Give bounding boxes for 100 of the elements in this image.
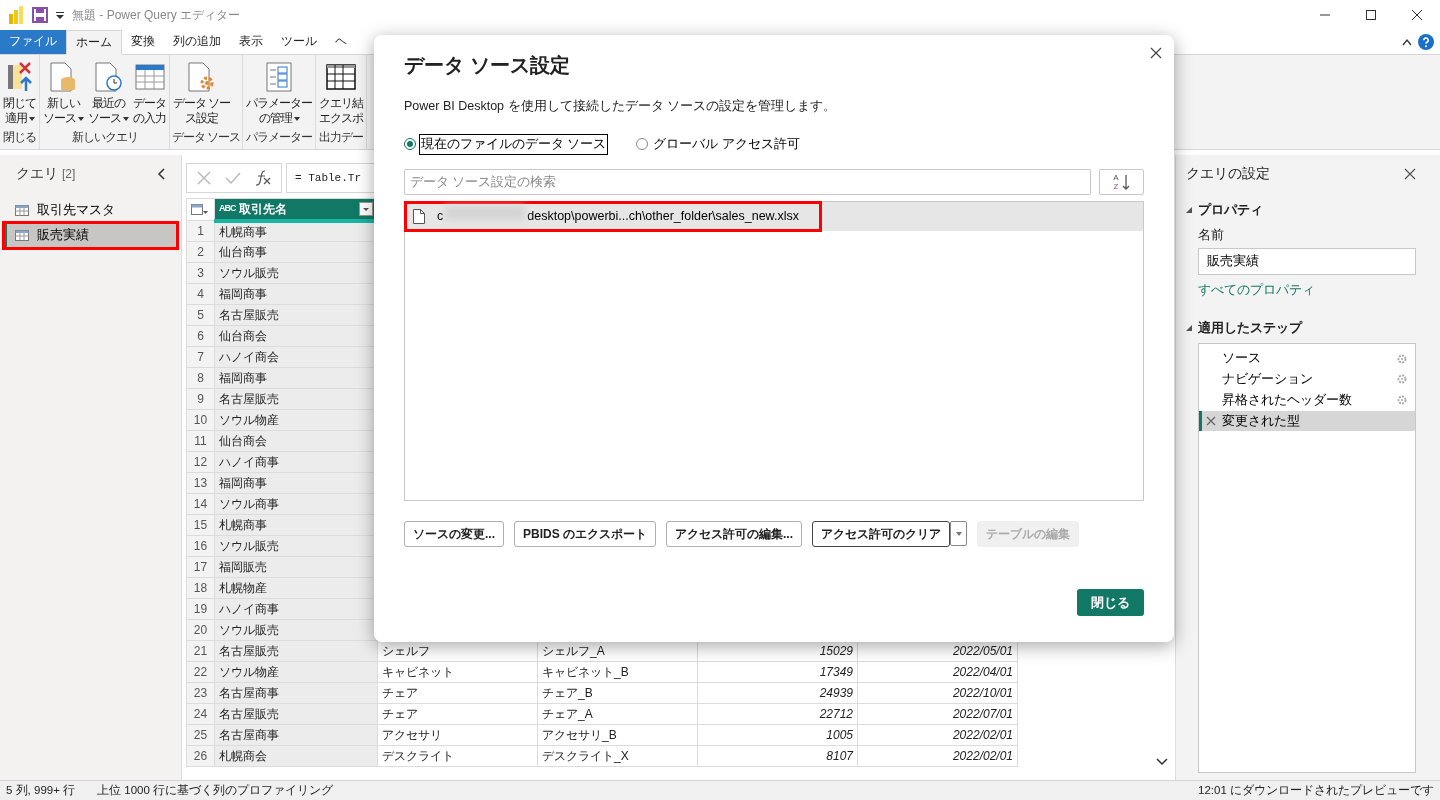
applied-step[interactable]: 変更された型 [1199, 410, 1415, 432]
dialog-button[interactable]: アクセス許可の編集... [666, 520, 803, 547]
table-cell: デスクライト_X [537, 745, 698, 767]
column-type-label: ABC [219, 202, 236, 215]
ribbon-group-label: パラメーター [245, 129, 314, 146]
row-number: 19 [186, 598, 215, 620]
ribbon-group-label: 閉じる [2, 129, 37, 146]
save-icon[interactable] [32, 7, 48, 23]
close-icon[interactable] [1404, 167, 1416, 180]
row-number: 17 [186, 556, 215, 578]
row-number: 2 [186, 241, 215, 263]
row-number: 1 [186, 220, 215, 242]
ribbon-group-label: 出力デー [318, 129, 365, 146]
row-number: 7 [186, 346, 215, 368]
row-number: 20 [186, 619, 215, 641]
ribbon-button[interactable]: 新しい ソース [42, 59, 85, 128]
ribbon-button[interactable]: パラメーター の管理 [245, 59, 314, 128]
app-logo-icon [8, 6, 24, 24]
ribbon-button[interactable]: クエリ結 エクスポ [318, 59, 365, 128]
table-cell: チェア [377, 682, 538, 704]
row-number: 23 [186, 682, 215, 704]
table-cell: デスクライト [377, 745, 538, 767]
row-number: 8 [186, 367, 215, 389]
collapse-triangle-icon[interactable] [1186, 206, 1192, 213]
table-cell: 2022/02/01 [857, 745, 1018, 767]
ribbon-tab[interactable]: 列の追加 [164, 30, 230, 54]
ribbon-button[interactable]: 閉じて 適用 [2, 59, 37, 128]
all-properties-link[interactable]: すべてのプロパティ [1198, 281, 1315, 300]
ribbon-group-label: 新しいクエリ [70, 129, 139, 146]
radio-option[interactable]: グローバル アクセス許可 [636, 133, 802, 155]
scroll-down-icon[interactable] [1156, 758, 1168, 766]
check-icon[interactable] [225, 171, 241, 185]
row-number: 11 [186, 430, 215, 452]
row-number: 25 [186, 724, 215, 746]
document-clock-icon [92, 61, 125, 93]
name-field[interactable]: 販売実績 [1198, 248, 1416, 275]
table-menu-icon[interactable] [191, 204, 209, 217]
row-number: 6 [186, 325, 215, 347]
dialog-button[interactable]: PBIDS のエクスポート [514, 520, 657, 547]
ribbon-button[interactable]: 最近の ソース [87, 59, 130, 128]
table-cell: チェア [377, 703, 538, 725]
row-number: 5 [186, 304, 215, 326]
row-number: 26 [186, 745, 215, 767]
row-number: 24 [186, 703, 215, 725]
close-dialog-button[interactable]: 閉じる [1077, 588, 1144, 616]
ribbon-tab[interactable]: ツール [272, 30, 326, 54]
applied-step[interactable]: ナビゲーション [1199, 369, 1415, 390]
row-number: 10 [186, 409, 215, 431]
section-title: 適用したステップ [1198, 318, 1302, 337]
table-icon [15, 203, 29, 217]
collapse-ribbon-icon[interactable] [1402, 38, 1412, 46]
ribbon-tab[interactable]: 表示 [230, 30, 272, 54]
dialog-button[interactable]: ソースの変更... [404, 520, 504, 547]
ribbon-tab[interactable]: ファイル [0, 30, 66, 54]
row-number: 9 [186, 388, 215, 410]
ribbon-group-label: データ ソース [172, 129, 241, 146]
table-cell: 24939 [697, 682, 858, 704]
table-cell: 22712 [697, 703, 858, 725]
row-number: 14 [186, 493, 215, 515]
row-number: 16 [186, 535, 215, 557]
ribbon-tab[interactable]: 変換 [122, 30, 164, 54]
applied-step[interactable]: ソース [1199, 348, 1415, 369]
table-cell: 1005 [697, 724, 858, 746]
row-number: 4 [186, 283, 215, 305]
ribbon-button[interactable]: データ の入力 [132, 59, 167, 128]
status-text: 12:01 にダウンロードされたプレビューです [1198, 782, 1434, 798]
table-cell: 2022/02/01 [857, 724, 1018, 746]
row-number: 21 [186, 640, 215, 662]
query-item[interactable]: 販売実績 [4, 222, 177, 248]
collapse-pane-icon[interactable] [157, 167, 165, 180]
table-cell: キャビネット [377, 661, 538, 683]
function-icon[interactable] [255, 170, 271, 186]
dropdown-caret-icon[interactable] [56, 11, 64, 19]
applied-step[interactable]: 昇格されたヘッダー数 [1199, 389, 1415, 411]
status-text: 上位 1000 行に基づく列のプロファイリング [97, 782, 334, 798]
search-field[interactable]: データ ソース設定の検索 [404, 168, 1091, 195]
sort-button[interactable]: A Z [1099, 168, 1144, 195]
dialog-title: データ ソース設定 [404, 53, 571, 77]
collapse-triangle-icon[interactable] [1186, 324, 1192, 331]
dialog-button[interactable]: アクセス許可のクリア [812, 520, 951, 547]
document-icon [413, 208, 425, 224]
ribbon-tab[interactable]: ホーム [66, 30, 122, 55]
section-title: プロパティ [1198, 201, 1263, 219]
row-number: 13 [186, 472, 215, 494]
split-dropdown-button[interactable] [950, 521, 968, 546]
table-icon [133, 61, 166, 93]
table-cell: 2022/07/01 [857, 703, 1018, 725]
filter-dropdown-icon[interactable] [359, 201, 373, 216]
row-number: 18 [186, 577, 215, 599]
table-cell: アクセサリ [377, 724, 538, 746]
table-cell: アクセサリ_B [537, 724, 698, 746]
table-cell: キャビネット_B [537, 661, 698, 683]
ribbon-button[interactable]: データ ソー ス設定 [172, 59, 232, 128]
down-arrow-icon [1121, 173, 1130, 190]
delete-step-icon[interactable] [1206, 415, 1216, 426]
table-cell: 2022/04/01 [857, 661, 1018, 683]
ribbon-tab[interactable]: ヘ [326, 30, 356, 54]
data-source-item[interactable]: c desktop\powerbi...ch\other_folder\sales_new.xlsx [405, 201, 821, 231]
table-cell: 8107 [697, 745, 858, 767]
help-icon[interactable] [1418, 34, 1434, 50]
